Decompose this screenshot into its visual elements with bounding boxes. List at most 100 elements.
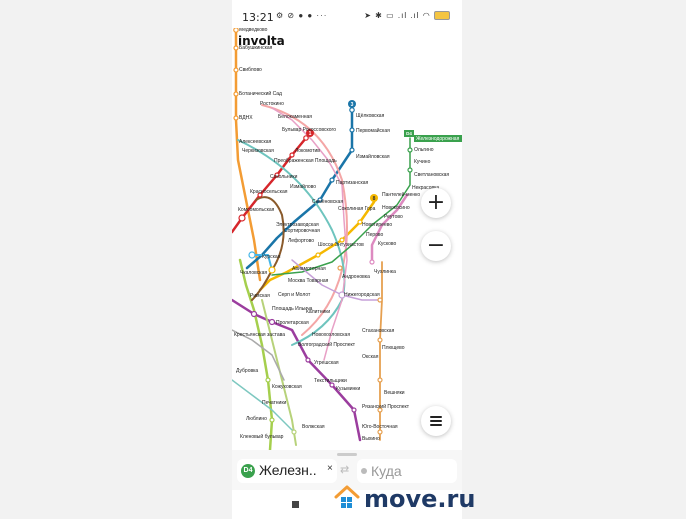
station-label[interactable]: Кожуховская — [272, 384, 302, 390]
station-label[interactable]: Серп и Молот — [278, 292, 311, 298]
station-label[interactable]: Светлановская — [414, 172, 449, 178]
drag-handle[interactable] — [337, 453, 357, 456]
station-label[interactable]: Лефортово — [288, 238, 314, 244]
station-label[interactable]: Рязанский Проспект — [362, 403, 410, 410]
swap-icon[interactable]: ⇄ — [340, 463, 349, 476]
station-marker[interactable] — [268, 318, 276, 326]
station-label[interactable]: Красносельская — [250, 189, 288, 195]
station-marker[interactable] — [315, 252, 321, 258]
station-label[interactable]: Выхино — [362, 436, 380, 442]
station-label[interactable]: Курская — [262, 254, 281, 260]
station-label[interactable]: Белокаменная — [278, 114, 312, 120]
station-marker[interactable] — [349, 107, 355, 113]
station-marker[interactable] — [377, 377, 383, 383]
station-label[interactable]: Железнодорожная — [416, 136, 460, 142]
station-label[interactable]: Измайловская — [356, 153, 390, 160]
station-marker[interactable] — [265, 377, 271, 383]
station-label[interactable]: Чухлинка — [374, 269, 396, 275]
station-marker[interactable] — [268, 266, 276, 274]
clear-icon[interactable]: × — [327, 463, 333, 474]
station-label[interactable]: Кучино — [414, 159, 431, 165]
station-label[interactable]: Чкаловская — [240, 270, 267, 276]
station-label[interactable]: Окская — [362, 354, 379, 360]
station-marker[interactable] — [289, 152, 295, 158]
station-label[interactable]: Вешняки — [384, 390, 405, 396]
station-marker[interactable] — [248, 251, 256, 259]
station-label[interactable]: Авиамоторная — [292, 266, 326, 272]
station-label[interactable]: Нижегородская — [344, 292, 380, 298]
station-label[interactable]: Пролетарская — [276, 320, 309, 326]
metro-map[interactable]: 3 1 8 D4 Медведково Бабушкинская Свиблов… — [232, 0, 462, 450]
station-label[interactable]: Реутово — [384, 214, 403, 220]
station-label[interactable]: Кузьминки — [336, 386, 360, 392]
station-marker[interactable] — [351, 407, 357, 413]
station-marker[interactable] — [329, 177, 335, 183]
station-label[interactable]: Бульвар Рокоссовского — [282, 127, 336, 133]
station-label[interactable]: Соколиная Гора — [338, 206, 376, 212]
station-label[interactable]: Семёновская — [312, 199, 343, 205]
station-marker[interactable] — [377, 429, 383, 435]
station-label[interactable]: Кусково — [378, 241, 396, 247]
station-label[interactable]: Волжская — [302, 424, 325, 430]
station-marker[interactable] — [291, 429, 297, 435]
station-marker[interactable] — [303, 135, 309, 141]
station-label[interactable]: Текстильщики — [314, 378, 347, 384]
station-label[interactable]: Дубровка — [236, 368, 258, 374]
station-label[interactable]: Ольгино — [414, 147, 434, 153]
station-label[interactable]: Стахановская — [362, 328, 395, 334]
station-label[interactable]: Печатники — [262, 400, 287, 406]
station-label[interactable]: Новохохловская — [312, 332, 350, 338]
zoom-out-button[interactable]: − — [421, 231, 451, 261]
station-label[interactable]: Крестьянская застава — [234, 332, 285, 338]
station-label[interactable]: Люблино — [246, 416, 267, 422]
station-label[interactable]: Калитники — [306, 309, 330, 315]
station-marker[interactable] — [407, 167, 413, 173]
station-label[interactable]: Андроновка — [342, 274, 370, 280]
station-label[interactable]: Ботанический Сад — [239, 90, 282, 97]
station-label[interactable]: Римская — [250, 293, 270, 299]
station-label[interactable]: Пантелей-менко — [382, 191, 420, 198]
station-label[interactable]: Кленовый бульвар — [240, 433, 284, 440]
station-marker[interactable] — [369, 259, 375, 265]
station-label[interactable]: Сокольники — [270, 174, 298, 180]
menu-button[interactable] — [421, 406, 451, 436]
station-marker[interactable] — [233, 67, 239, 73]
station-label[interactable]: Щёлковская — [356, 113, 385, 119]
station-marker[interactable] — [377, 297, 383, 303]
station-label[interactable]: Шоссе Энтузиастов — [318, 242, 364, 248]
station-marker[interactable] — [377, 337, 383, 343]
station-marker[interactable] — [349, 147, 355, 153]
station-marker[interactable] — [233, 27, 239, 33]
station-marker[interactable] — [250, 310, 258, 318]
station-label[interactable]: Черкизовская — [242, 148, 274, 154]
station-label[interactable]: Локомотив — [295, 148, 320, 154]
station-marker[interactable] — [349, 127, 355, 133]
station-label[interactable]: Плющево — [382, 345, 405, 351]
station-marker[interactable] — [407, 147, 413, 153]
station-label[interactable]: ВДНХ — [239, 115, 253, 121]
station-marker[interactable] — [233, 91, 239, 97]
station-label[interactable]: Волгоградский Проспект — [298, 341, 356, 348]
station-label[interactable]: Новокосино — [382, 205, 410, 211]
station-label[interactable]: Измайлово — [290, 183, 316, 190]
recent-apps-icon[interactable] — [292, 501, 299, 508]
station-label[interactable]: Свиблово — [239, 67, 262, 73]
station-label[interactable]: Ростокино — [260, 101, 284, 107]
metro-map-canvas[interactable]: 3 1 8 D4 Медведково Бабушкинская Свиблов… — [232, 0, 462, 450]
station-label[interactable]: Юго-Восточная — [362, 424, 398, 430]
station-marker[interactable] — [305, 357, 311, 363]
to-station-field[interactable]: Куда — [357, 459, 457, 483]
station-label[interactable]: Партизанская — [336, 180, 369, 186]
station-label[interactable]: Новогиреево — [362, 222, 392, 228]
station-marker[interactable] — [238, 214, 246, 222]
station-marker[interactable] — [269, 417, 275, 423]
station-label[interactable]: Москва Товарная — [288, 278, 329, 284]
station-marker[interactable] — [233, 115, 239, 121]
station-label[interactable]: Преображенская Площадь — [274, 158, 337, 164]
station-label[interactable]: Первомайская — [356, 127, 390, 134]
from-station-field[interactable]: D4 Железн.. × — [237, 459, 337, 483]
station-label[interactable]: Перово — [366, 232, 384, 238]
station-label[interactable]: Алексеевская — [239, 139, 272, 145]
station-label[interactable]: Сортировочная — [284, 228, 320, 234]
station-label[interactable]: Комсомольская — [238, 207, 275, 213]
